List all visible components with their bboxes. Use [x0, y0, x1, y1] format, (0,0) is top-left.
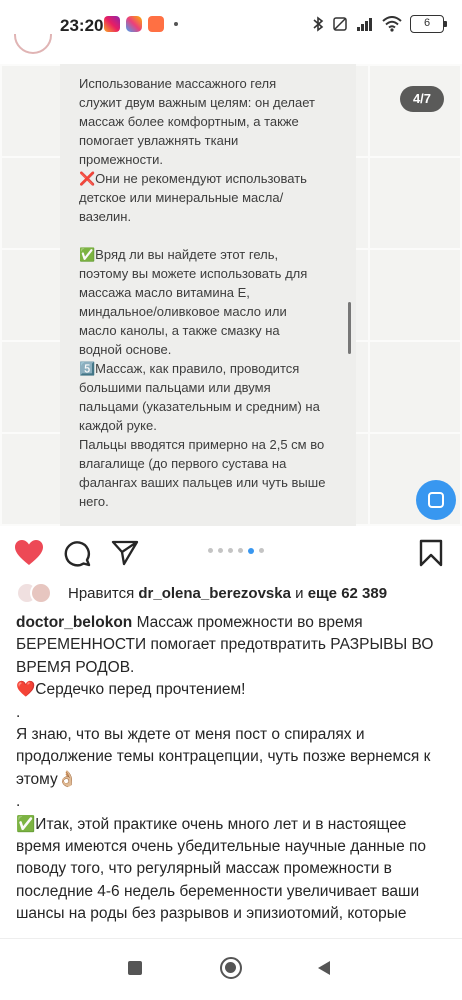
- share-button[interactable]: [110, 538, 140, 568]
- orange-app-icon: [148, 16, 164, 32]
- bookmark-icon: [419, 539, 443, 567]
- slide-text-line: масло канолы, а также смазку на: [79, 323, 280, 338]
- system-nav-bar: [0, 938, 462, 1000]
- recents-icon[interactable]: [128, 961, 142, 975]
- square-icon: [428, 492, 444, 508]
- slide-text-line: каждой руке.: [79, 418, 157, 433]
- slide-text-line: поэтому вы можете использовать для: [79, 266, 308, 281]
- status-bar: 23:20 6: [0, 0, 462, 52]
- liked-by-user-link[interactable]: dr_olena_berezovska: [138, 585, 291, 602]
- battery-indicator: 6: [410, 15, 447, 33]
- mute-icon: [333, 17, 347, 31]
- slide-text-line: большими пальцами или двумя: [79, 380, 271, 395]
- slide-text: Использование массажного геля служит двум…: [79, 74, 347, 511]
- liker-avatars: [16, 582, 60, 604]
- notification-icons: [104, 16, 178, 32]
- caption-author-link[interactable]: doctor_belokon: [16, 614, 132, 631]
- comment-icon: [64, 541, 91, 567]
- slide-text-line: [79, 226, 347, 245]
- slide-text-line: водной основе.: [79, 342, 172, 357]
- slide-text-line: ❌Они не рекомендуют использовать: [79, 171, 307, 186]
- slide-text-line: фалангах ваших пальцев или чуть выше: [79, 475, 326, 490]
- slide-text-line: Пальцы вводятся примерно на 2,5 см во: [79, 437, 325, 452]
- caption-separator: .: [16, 793, 21, 811]
- caption-line: Я знаю, что вы ждете от меня пост о спир…: [16, 726, 431, 788]
- slide-scrollbar: [348, 302, 351, 354]
- share-icon: [111, 540, 139, 566]
- slide-text-line: промежности.: [79, 152, 163, 167]
- likes-middle: и: [295, 584, 304, 602]
- slide-text-line: массажа масло витамина Е,: [79, 285, 250, 300]
- slide-text-line: помогает увлажнять ткани: [79, 133, 239, 148]
- likes-row[interactable]: Нравится dr_olena_berezovska и еще 62 38…: [16, 580, 456, 606]
- slide-text-line: ✅Вряд ли вы найдете этот гель,: [79, 247, 279, 262]
- save-button[interactable]: [416, 538, 446, 568]
- carousel-dot: [228, 548, 233, 553]
- caption-line: ❤️Сердечко перед прочтением!: [16, 681, 246, 699]
- slide-text-line: массаж более комфортным, а также: [79, 114, 299, 129]
- more-notifications-dot: [174, 22, 178, 26]
- slide-text-line: детское или минеральные масла/: [79, 190, 284, 205]
- slide-text-line: пальцами (указательным и средним) на: [79, 399, 320, 414]
- floating-action-button[interactable]: [416, 480, 456, 520]
- slide-text-line: миндальное/оливковое масло или: [79, 304, 287, 319]
- carousel-counter: 4/7: [400, 86, 444, 112]
- slide-text-line: него.: [79, 494, 109, 509]
- likes-count-link[interactable]: еще 62 389: [308, 585, 387, 602]
- avatar: [30, 582, 52, 604]
- caption-separator: .: [16, 703, 21, 721]
- home-icon[interactable]: [220, 957, 242, 979]
- slide-text-line: служит двум важным целям: он делает: [79, 95, 315, 110]
- heart-icon: [15, 540, 43, 565]
- carousel-dot: [238, 548, 243, 553]
- carousel-dot: [208, 548, 213, 553]
- carousel-dot-active: [248, 547, 254, 554]
- carousel-dot: [259, 548, 264, 553]
- wifi-icon: [382, 16, 402, 32]
- slide-text-line: влагалище (до первого сустава на: [79, 456, 287, 471]
- bluetooth-icon: [313, 16, 324, 32]
- like-button[interactable]: [14, 538, 44, 568]
- slide-text-line: 5️⃣Массаж, как правило, проводится: [79, 361, 300, 376]
- system-icons: 6: [312, 15, 447, 33]
- instagram-icon: [104, 16, 120, 32]
- slide-text-line: вазелин.: [79, 209, 132, 224]
- carousel-dot: [218, 548, 223, 553]
- signal-icon: [357, 18, 372, 31]
- status-time: 23:20: [60, 16, 104, 35]
- slide-text-line: Использование массажного геля: [79, 76, 277, 91]
- likes-prefix: Нравится: [68, 584, 135, 602]
- comment-button[interactable]: [62, 538, 92, 568]
- back-icon[interactable]: [318, 961, 330, 975]
- instagram-alt-icon: [126, 16, 142, 32]
- caption-line: ✅Итак, этой практике очень много лет и в…: [16, 815, 427, 928]
- post-image[interactable]: Использование массажного геля служит двум…: [0, 64, 462, 526]
- post-caption: doctor_belokon Массаж промежности во вре…: [16, 612, 448, 928]
- post-action-bar: [0, 532, 462, 574]
- carousel-dots: [208, 547, 264, 554]
- author-avatar[interactable]: [14, 34, 52, 54]
